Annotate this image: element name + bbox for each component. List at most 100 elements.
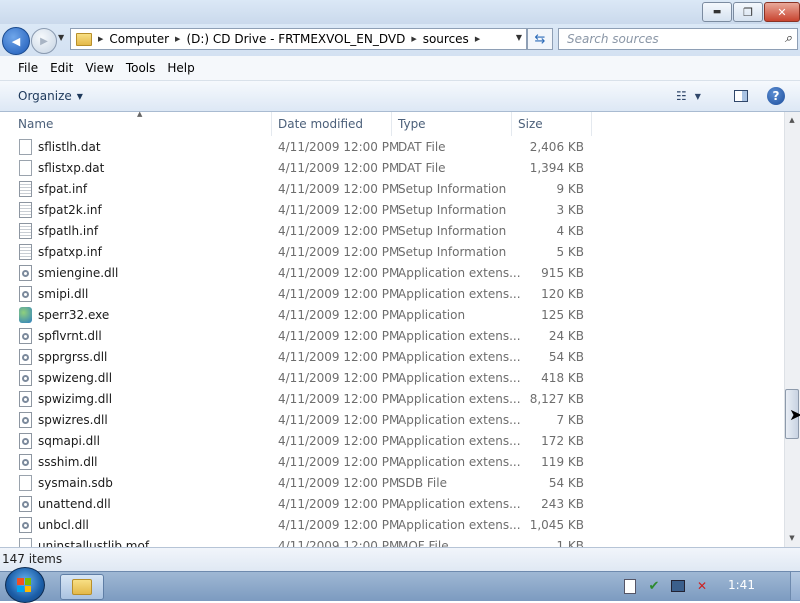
refresh-button[interactable]: ⇆ bbox=[527, 28, 553, 50]
close-icon: ✕ bbox=[777, 5, 787, 19]
file-date-modified: 4/11/2009 12:00 PM bbox=[278, 329, 400, 343]
file-type: Application extens... bbox=[398, 455, 521, 469]
setup-info-icon bbox=[19, 244, 32, 260]
address-bar[interactable]: ▶ Computer ▶ (D:) CD Drive - FRTMEXVOL_E… bbox=[70, 28, 527, 50]
file-type: MOF File bbox=[398, 539, 449, 547]
dll-icon bbox=[19, 328, 32, 344]
file-date-modified: 4/11/2009 12:00 PM bbox=[278, 476, 400, 490]
close-button[interactable]: ✕ bbox=[764, 2, 800, 22]
windows-logo-icon bbox=[17, 578, 31, 592]
file-name: uninstallustlib.mof bbox=[38, 539, 150, 547]
menu-tools[interactable]: Tools bbox=[120, 61, 162, 75]
scroll-down-icon[interactable]: ▼ bbox=[785, 531, 799, 545]
back-button[interactable]: ◀ bbox=[2, 27, 30, 55]
breadcrumb-separator-icon[interactable]: ▶ bbox=[96, 35, 105, 43]
help-button[interactable]: ? bbox=[767, 87, 785, 105]
minimize-button[interactable]: ▬ bbox=[702, 2, 732, 22]
file-size: 172 KB bbox=[541, 434, 584, 448]
file-name: unbcl.dll bbox=[38, 518, 89, 532]
file-date-modified: 4/11/2009 12:00 PM bbox=[278, 287, 400, 301]
change-view-button[interactable]: ☷ ▼ bbox=[676, 88, 716, 104]
security-shield-icon[interactable]: ✔ bbox=[646, 578, 662, 594]
show-desktop-button[interactable] bbox=[790, 572, 800, 600]
setup-info-icon bbox=[19, 202, 32, 218]
file-row[interactable]: unbcl.dll 4/11/2009 12:00 PM Application e… bbox=[0, 515, 784, 536]
dll-icon bbox=[19, 370, 32, 386]
search-icon[interactable]: ⌕ bbox=[785, 31, 792, 46]
file-row[interactable]: sfpatxp.inf 4/11/2009 12:00 PM Setup Infor… bbox=[0, 242, 784, 263]
column-header-type[interactable]: Type bbox=[392, 112, 512, 136]
file-type: Application extens... bbox=[398, 497, 521, 511]
search-input[interactable] bbox=[565, 31, 774, 47]
file-row[interactable]: unattend.dll 4/11/2009 12:00 PM Applicatio… bbox=[0, 494, 784, 515]
file-row[interactable]: smipi.dll 4/11/2009 12:00 PM Application e… bbox=[0, 284, 784, 305]
forward-button[interactable]: ▶ bbox=[31, 28, 57, 54]
file-name: sysmain.sdb bbox=[38, 476, 113, 490]
menu-edit[interactable]: Edit bbox=[44, 61, 79, 75]
help-icon: ? bbox=[772, 89, 780, 103]
file-row[interactable]: spwizres.dll 4/11/2009 12:00 PM Applicatio… bbox=[0, 410, 784, 431]
scroll-up-icon[interactable]: ▲ bbox=[785, 113, 799, 127]
file-type: Application extens... bbox=[398, 434, 521, 448]
vertical-scrollbar[interactable] bbox=[784, 112, 800, 547]
menu-file[interactable]: File bbox=[12, 61, 44, 75]
file-row[interactable]: sfpat.inf 4/11/2009 12:00 PM Setup Informa… bbox=[0, 179, 784, 200]
file-size: 54 KB bbox=[548, 350, 584, 364]
file-name: spwizeng.dll bbox=[38, 371, 113, 385]
file-name: spwizres.dll bbox=[38, 413, 108, 427]
file-size: 915 KB bbox=[541, 266, 584, 280]
network-icon[interactable] bbox=[670, 578, 686, 594]
file-row[interactable]: spwizimg.dll 4/11/2009 12:00 PM Applicatio… bbox=[0, 389, 784, 410]
breadcrumb-separator-icon[interactable]: ▶ bbox=[409, 35, 418, 43]
file-row[interactable]: sflistxp.dat 4/11/2009 12:00 PM DAT File 1,… bbox=[0, 158, 784, 179]
dll-icon bbox=[19, 349, 32, 365]
breadcrumb-sources[interactable]: sources bbox=[419, 32, 473, 46]
taskbar-windows-explorer-button[interactable] bbox=[60, 574, 104, 600]
file-row[interactable]: sfpatlh.inf 4/11/2009 12:00 PM Setup Infor… bbox=[0, 221, 784, 242]
file-name: ssshim.dll bbox=[38, 455, 98, 469]
taskbar-clock[interactable]: 1:41 bbox=[728, 578, 755, 592]
file-date-modified: 4/11/2009 12:00 PM bbox=[278, 224, 400, 238]
breadcrumb-separator-icon[interactable]: ▶ bbox=[173, 35, 182, 43]
preview-pane-button[interactable] bbox=[732, 88, 750, 104]
maximize-button[interactable]: ❐ bbox=[733, 2, 763, 22]
dll-icon bbox=[19, 412, 32, 428]
breadcrumb-computer[interactable]: Computer bbox=[105, 32, 173, 46]
file-row[interactable]: sfpat2k.inf 4/11/2009 12:00 PM Setup Infor… bbox=[0, 200, 784, 221]
file-row[interactable]: smiengine.dll 4/11/2009 12:00 PM Applicati… bbox=[0, 263, 784, 284]
file-name: sperr32.exe bbox=[38, 308, 110, 322]
file-name: spwizimg.dll bbox=[38, 392, 113, 406]
file-date-modified: 4/11/2009 12:00 PM bbox=[278, 203, 400, 217]
breadcrumb-separator-icon[interactable]: ▶ bbox=[473, 35, 482, 43]
file-name: sfpat.inf bbox=[38, 182, 88, 196]
column-header-date-modified[interactable]: Date modified bbox=[272, 112, 392, 136]
file-row[interactable]: sqmapi.dll 4/11/2009 12:00 PM Application … bbox=[0, 431, 784, 452]
menu-help[interactable]: Help bbox=[161, 61, 200, 75]
file-type: Setup Information bbox=[398, 182, 507, 196]
file-type: Application extens... bbox=[398, 329, 521, 343]
file-size: 54 KB bbox=[548, 476, 584, 490]
column-header-size[interactable]: Size bbox=[512, 112, 592, 136]
volume-muted-icon[interactable]: ✕ bbox=[694, 578, 710, 594]
organize-button[interactable]: Organize ▼ bbox=[12, 87, 89, 105]
file-row[interactable]: ssshim.dll 4/11/2009 12:00 PM Application … bbox=[0, 452, 784, 473]
file-size: 418 KB bbox=[541, 371, 584, 385]
action-center-icon[interactable] bbox=[622, 578, 638, 594]
file-row[interactable]: spwizeng.dll 4/11/2009 12:00 PM Applicatio… bbox=[0, 368, 784, 389]
file-type: Application extens... bbox=[398, 518, 521, 532]
dll-icon bbox=[19, 454, 32, 470]
menu-view[interactable]: View bbox=[79, 61, 119, 75]
file-row[interactable]: uninstallustlib.mof 4/11/2009 12:00 PM MOF… bbox=[0, 536, 784, 547]
file-row[interactable]: spflvrnt.dll 4/11/2009 12:00 PM Applicatio… bbox=[0, 326, 784, 347]
file-size: 4 KB bbox=[556, 224, 584, 238]
exe-icon bbox=[19, 307, 32, 323]
address-history-dropdown-icon[interactable]: ▼ bbox=[516, 33, 522, 42]
file-date-modified: 4/11/2009 12:00 PM bbox=[278, 245, 400, 259]
search-box[interactable]: ⌕ bbox=[558, 28, 798, 50]
file-row[interactable]: spprgrss.dll 4/11/2009 12:00 PM Applicatio… bbox=[0, 347, 784, 368]
file-row[interactable]: sperr32.exe 4/11/2009 12:00 PM Application… bbox=[0, 305, 784, 326]
file-row[interactable]: sflistlh.dat 4/11/2009 12:00 PM DAT File 2,… bbox=[0, 137, 784, 158]
file-row[interactable]: sysmain.sdb 4/11/2009 12:00 PM SDB File 54 … bbox=[0, 473, 784, 494]
recent-pages-dropdown-icon[interactable]: ▼ bbox=[58, 33, 68, 45]
breadcrumb-cd-drive[interactable]: (D:) CD Drive - FRTMEXVOL_EN_DVD bbox=[182, 32, 409, 46]
